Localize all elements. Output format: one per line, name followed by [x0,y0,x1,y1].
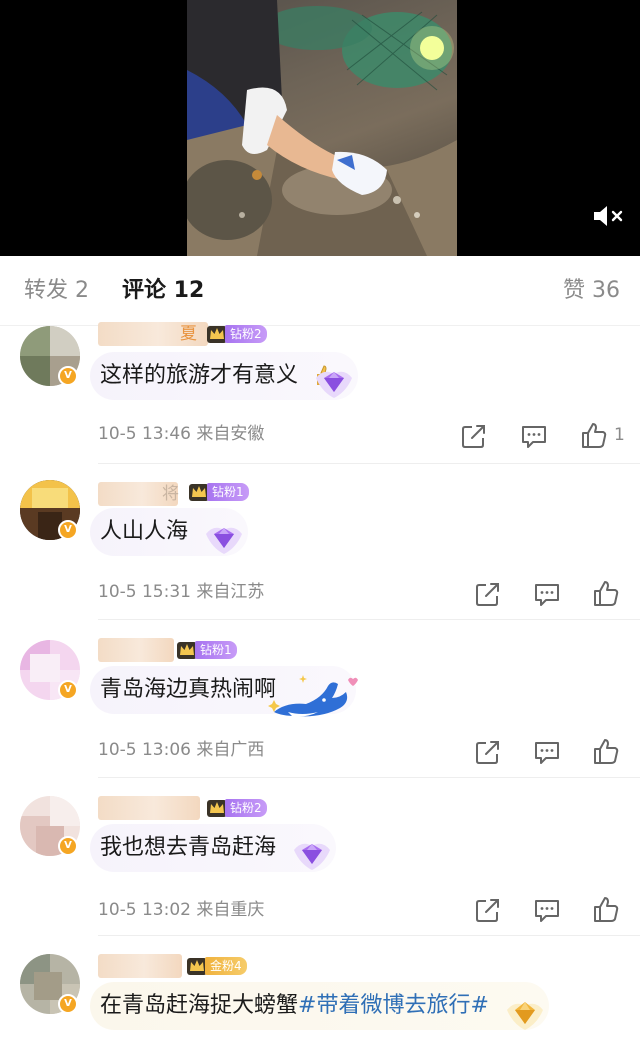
fan-level-label: 钻粉1 [207,483,249,501]
gold-gem-icon [506,1002,543,1030]
thumbs-up-icon[interactable] [580,421,608,449]
comment-separator [98,935,640,936]
verified-v-icon: V [58,366,78,386]
video-scene-image [187,0,457,256]
fan-level-label: 钻粉2 [225,325,267,343]
diamond-heart-icon [316,371,353,398]
comment-separator [98,777,640,778]
comment-icon[interactable] [533,896,561,924]
username[interactable] [98,796,200,820]
comment-bubble[interactable]: 青岛海边真热闹啊 [90,666,359,717]
comment-icon[interactable] [520,422,548,450]
comment-item: V 夏 钻粉2 这样的旅游才有意义 10-5 13:46 来自安徽 1 [0,322,640,480]
comment-separator [98,463,640,464]
mute-button[interactable] [592,202,626,230]
username[interactable] [98,638,174,662]
video-frame [187,0,457,256]
share-icon[interactable] [474,580,502,608]
comment-meta: 10-5 15:31 来自江苏 [98,582,265,602]
tab-repost[interactable]: 转发 2 [24,276,89,306]
diamond-heart-icon [206,527,243,554]
comment-text: 青岛海边真热闹啊 [100,677,277,702]
fan-badge: 钻粉2 [206,798,267,818]
tab-comments[interactable]: 评论 12 [122,276,204,306]
comment-meta: 10-5 13:06 来自广西 [98,740,265,760]
comment-text: 人山人海 [100,519,189,544]
comment-bubble[interactable]: 在青岛赶海捉大螃蟹#带着微博去旅行# [90,982,549,1030]
comment-bubble[interactable]: 人山人海 [90,508,249,556]
comment-item: V 钻粉2 我也想去青岛赶海 10-5 13:02 来自重庆 [0,796,640,954]
comment-text: 我也想去青岛赶海 [100,835,277,860]
comment-item: V 钻粉1 青岛海边真热闹啊 10-5 13:06 来自广西 [0,638,640,796]
username-tail: 将 [162,484,179,504]
fan-level-label: 钻粉1 [195,641,237,659]
tab-likes[interactable]: 赞 36 [563,276,620,306]
comment-text: 这样的旅游才有意义 [100,363,299,388]
verified-v-icon: V [58,994,78,1014]
comment-bubble[interactable]: 这样的旅游才有意义 [90,352,359,400]
thumbs-up-icon[interactable] [592,737,620,765]
speaker-muted-icon [594,206,623,226]
comment-bubble[interactable]: 我也想去青岛赶海 [90,824,337,872]
comment-separator [98,619,640,620]
video-player[interactable] [0,0,640,256]
fan-badge: 钻粉1 [176,640,237,660]
share-icon[interactable] [474,738,502,766]
fan-level-label: 钻粉2 [225,799,267,817]
comment-text: 在青岛赶海捉大螃蟹 [100,993,299,1018]
comment-item: V 金粉4 在青岛赶海捉大螃蟹#带着微博去旅行# [0,954,640,1048]
fan-badge: 金粉4 [186,956,247,976]
like-count: 1 [614,425,625,445]
diamond-heart-icon [294,843,331,870]
comment-icon[interactable] [533,580,561,608]
share-icon[interactable] [460,422,488,450]
username-tail: 夏 [180,324,197,344]
comment-icon[interactable] [533,738,561,766]
verified-v-icon: V [58,836,78,856]
hashtag-link[interactable]: #带着微博去旅行# [298,993,489,1018]
tab-bar: 转发 2 评论 12 赞 36 [0,256,640,326]
username[interactable] [98,954,182,978]
fan-badge: 钻粉2 [206,324,267,344]
verified-v-icon: V [58,680,78,700]
fan-level-label: 金粉4 [205,957,247,975]
comment-item: V 将 钻粉1 人山人海 10-5 15:31 来自江苏 [0,480,640,638]
comment-meta: 10-5 13:02 来自重庆 [98,900,265,920]
fan-badge: 钻粉1 [188,482,249,502]
share-icon[interactable] [474,896,502,924]
comment-meta: 10-5 13:46 来自安徽 [98,424,265,444]
whale-icon [268,675,359,717]
verified-v-icon: V [58,520,78,540]
thumbs-up-icon[interactable] [592,579,620,607]
thumbs-up-icon[interactable] [592,895,620,923]
